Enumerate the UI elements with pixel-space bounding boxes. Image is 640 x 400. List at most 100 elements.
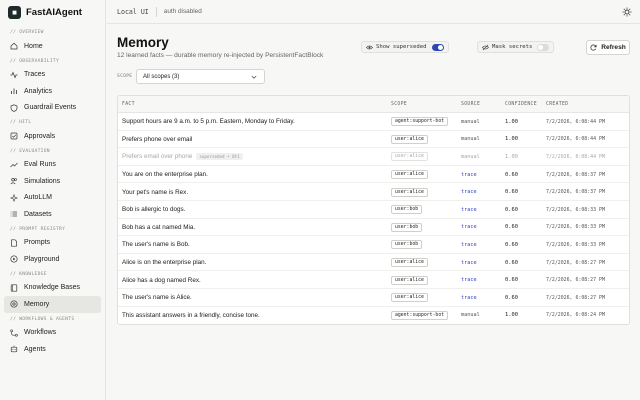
created-cell: 7/2/2026, 6:08:33 PM <box>546 206 605 213</box>
sidebar-item-autollm[interactable]: AutoLLM <box>4 190 101 207</box>
eye-icon <box>366 45 373 49</box>
scope-chip: user:alice <box>391 152 428 162</box>
fact-cell: Alice is on the enterprise plan. <box>122 254 206 272</box>
scope-chip: user:bob <box>391 240 423 250</box>
sidebar-item-analytics[interactable]: Analytics <box>4 83 101 100</box>
sidebar-item-eval-runs[interactable]: Eval Runs <box>4 157 101 174</box>
scope-chip: user:alice <box>391 134 428 144</box>
sidebar-item-approvals[interactable]: Approvals <box>4 128 101 145</box>
created-cell: 7/2/2026, 6:08:33 PM <box>546 241 605 248</box>
scope-chip: user:bob <box>391 222 423 232</box>
created-cell: 7/2/2026, 6:08:24 PM <box>546 312 605 319</box>
sidebar-item-playground[interactable]: Playground <box>4 251 101 268</box>
scope-select-value: All scopes (3) <box>143 73 180 80</box>
show-superseded-toggle[interactable]: Show superseded <box>361 41 449 53</box>
scope-cell: user:alice <box>391 183 428 201</box>
sidebar-item-prompts[interactable]: Prompts <box>4 235 101 252</box>
sun-icon[interactable] <box>622 7 632 17</box>
sidebar-item-home[interactable]: Home <box>4 38 101 55</box>
sidebar-item-label: Memory <box>24 300 50 308</box>
source-cell[interactable]: trace <box>461 183 477 201</box>
created-cell: 7/2/2026, 6:08:27 PM <box>546 294 605 301</box>
confidence-cell: 0.60 <box>505 241 518 248</box>
sidebar-item-label: Prompts <box>24 239 51 247</box>
confidence-cell: 0.60 <box>505 294 518 301</box>
sidebar-section-label: // EVALUATION <box>10 148 50 154</box>
sidebar-item-workflows[interactable]: Workflows <box>4 325 101 342</box>
topbar-divider <box>155 6 157 17</box>
refresh-button[interactable]: Refresh <box>586 40 630 55</box>
scope-chip: user:alice <box>391 293 428 303</box>
mask-secrets-label: Mask secrets <box>492 44 533 50</box>
scope-chip: user:alice <box>391 275 428 285</box>
sidebar-item-label: Analytics <box>24 87 53 95</box>
scope-select[interactable]: All scopes (3) <box>136 69 265 84</box>
table-row[interactable]: Alice has a dog named Rex. user:alice trac… <box>118 271 629 289</box>
table-row[interactable]: The user's name is Bob. user:bob trace 0.60… <box>118 236 629 254</box>
show-superseded-switch[interactable] <box>431 43 444 51</box>
source-cell[interactable]: trace <box>461 166 477 184</box>
refresh-label: Refresh <box>601 44 626 51</box>
table-row[interactable]: This assistant answers in a friendly, co… <box>118 307 629 324</box>
source-cell: manual <box>461 136 480 143</box>
created-cell: 7/2/2026, 6:08:27 PM <box>546 259 605 266</box>
show-superseded-label: Show superseded <box>376 44 427 50</box>
sidebar-item-knowledge-bases[interactable]: Knowledge Bases <box>4 280 101 297</box>
fact-text: You are on the enterprise plan. <box>122 171 208 179</box>
table-row[interactable]: Prefers email over phone superseded • 0t1… <box>118 148 629 166</box>
source-cell[interactable]: trace <box>461 254 477 272</box>
sidebar-section-label: // WORKFLOWS & AGENTS <box>10 316 75 322</box>
table-row[interactable]: Bob is allergic to dogs. user:bob trace 0.6… <box>118 201 629 219</box>
sidebar-item-memory[interactable]: Memory <box>4 296 101 313</box>
source-cell[interactable]: trace <box>461 271 477 289</box>
source-cell[interactable]: trace <box>461 201 477 219</box>
scope-chip: user:alice <box>391 258 428 268</box>
table-row[interactable]: Support hours are 9 a.m. to 5 p.m. Easte… <box>118 113 629 131</box>
mask-secrets-switch[interactable] <box>537 43 550 51</box>
header-fact: FACT <box>122 102 135 107</box>
sidebar-item-traces[interactable]: Traces <box>4 67 101 84</box>
fact-cell: Support hours are 9 a.m. to 5 p.m. Easte… <box>122 113 295 131</box>
confidence-cell: 0.60 <box>505 259 518 266</box>
sidebar-item-label: Home <box>24 42 43 50</box>
mask-secrets-toggle[interactable]: Mask secrets <box>477 41 555 53</box>
table-row[interactable]: The user's name is Alice. user:alice trace… <box>118 289 629 307</box>
sidebar-item-guardrail-events[interactable]: Guardrail Events <box>4 100 101 117</box>
source-cell[interactable]: trace <box>461 219 477 237</box>
confidence-cell: 0.60 <box>505 171 518 178</box>
sidebar-item-label: Workflows <box>24 329 57 337</box>
header-created: CREATED <box>546 102 569 107</box>
table-row[interactable]: Your pet's name is Rex. user:alice trace 0.… <box>118 183 629 201</box>
fact-cell: You are on the enterprise plan. <box>122 166 208 184</box>
fact-cell: Alice has a dog named Rex. <box>122 271 201 289</box>
source-cell[interactable]: trace <box>461 236 477 254</box>
source-cell: manual <box>461 312 480 319</box>
scope-chip: agent:support-bot <box>391 117 449 127</box>
trend-icon <box>10 162 18 167</box>
sidebar-item-label: Approvals <box>24 132 56 140</box>
table-row[interactable]: Bob has a cat named Mia. user:bob trace 0.6… <box>118 219 629 237</box>
table-row[interactable]: Prefers phone over email user:alice manual… <box>118 131 629 149</box>
auth-status: auth disabled <box>163 8 202 15</box>
sidebar-section-label: // PROMPT REGISTRY <box>10 226 66 232</box>
table-row[interactable]: Alice is on the enterprise plan. user:ali… <box>118 254 629 272</box>
scope-filter-label: SCOPE <box>117 74 133 79</box>
table-row[interactable]: You are on the enterprise plan. user:alic… <box>118 166 629 184</box>
sidebar-item-label: Simulations <box>24 177 61 185</box>
sidebar-item-agents[interactable]: Agents <box>4 341 101 358</box>
sidebar-item-label: Traces <box>24 71 46 79</box>
book-icon <box>10 284 18 292</box>
scope-cell: user:alice <box>391 254 428 272</box>
source-cell[interactable]: trace <box>461 289 477 307</box>
sidebar-item-simulations[interactable]: Simulations <box>4 173 101 190</box>
superseded-badge: superseded • 0t1 <box>196 153 243 161</box>
source-cell: manual <box>461 153 480 160</box>
sidebar-section-label: // KNOWLEDGE <box>10 271 47 277</box>
table-header: FACT SCOPE SOURCE CONFIDENCE CREATED <box>118 96 629 113</box>
scope-cell: agent:support-bot <box>391 113 449 131</box>
sidebar-section-label: // OBSERVABILITY <box>10 58 60 64</box>
brand[interactable]: ■ FastAIAgent <box>0 0 105 24</box>
table-body: Support hours are 9 a.m. to 5 p.m. Easte… <box>118 113 629 324</box>
sidebar-item-label: Guardrail Events <box>24 104 77 112</box>
sidebar-item-datasets[interactable]: Datasets <box>4 206 101 223</box>
